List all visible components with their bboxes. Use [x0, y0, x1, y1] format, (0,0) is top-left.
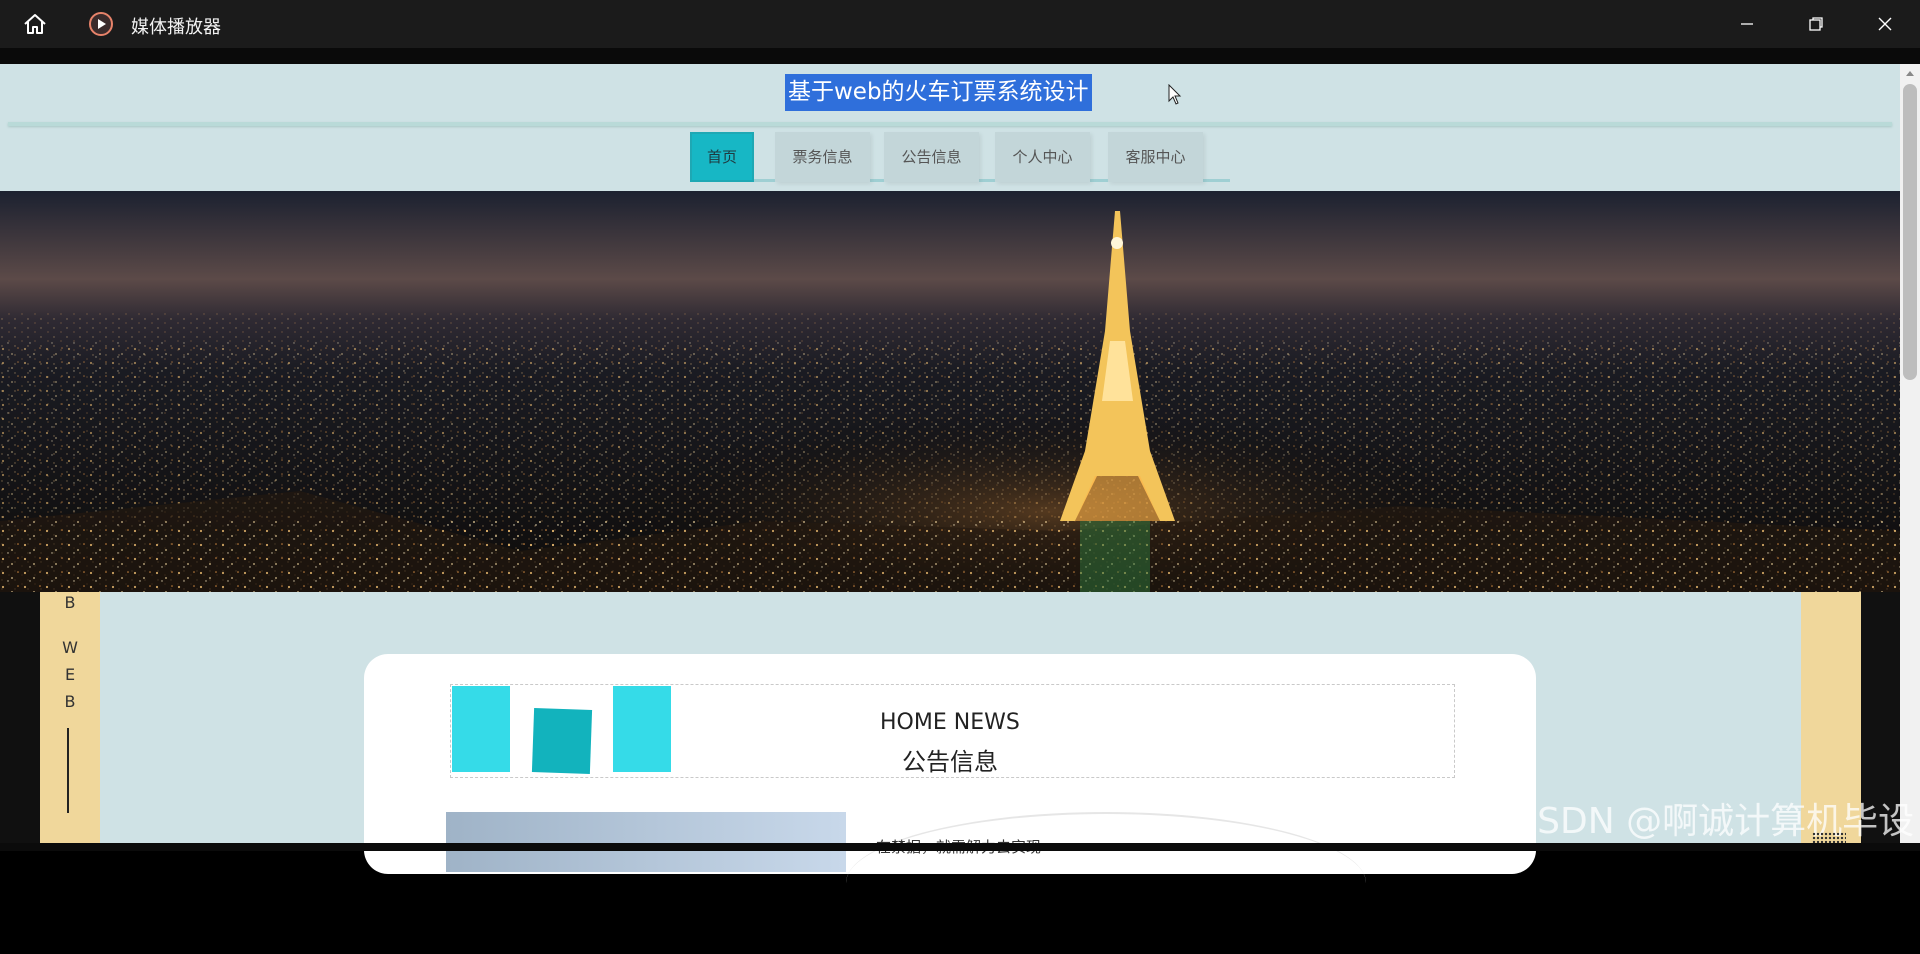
- header-divider: [8, 122, 1892, 126]
- nav-item-home[interactable]: 首页: [690, 132, 754, 182]
- left-decor-strip: [40, 592, 100, 851]
- strip-vertical-line: [67, 728, 69, 813]
- news-title-cn[interactable]: 公告信息: [902, 742, 998, 777]
- mouse-cursor-icon: [1168, 84, 1182, 105]
- decor-arc: [846, 812, 1366, 954]
- restore-icon: [1809, 17, 1823, 31]
- bottom-edge: [0, 843, 1920, 851]
- site-header: 基于web的火车订票系统设计: [0, 64, 1900, 120]
- window-title: 媒体播放器: [131, 17, 221, 38]
- minimize-icon: [1741, 23, 1753, 25]
- nav-item-tickets[interactable]: 票务信息: [775, 132, 870, 182]
- scrollbar-thumb[interactable]: [1903, 84, 1917, 380]
- window-titlebar: 媒体播放器: [0, 0, 1920, 48]
- news-thumbnail[interactable]: [446, 812, 846, 872]
- close-icon: [1878, 17, 1892, 31]
- news-title-en: HOME NEWS: [880, 710, 1020, 735]
- media-player-icon: [89, 12, 113, 36]
- csdn-watermark: CSDN @啊诚计算机毕设: [1512, 801, 1915, 842]
- strip-letter: E: [64, 665, 76, 684]
- site-title: 基于web的火车订票系统设计: [785, 74, 1092, 111]
- vertical-scrollbar[interactable]: [1900, 64, 1920, 851]
- strip-letter: W: [62, 638, 78, 657]
- nav-item-service[interactable]: 客服中心: [1108, 132, 1203, 182]
- hero-banner-image: [0, 191, 1900, 592]
- close-button[interactable]: [1850, 0, 1920, 48]
- restore-button[interactable]: [1781, 0, 1851, 48]
- left-margin: [0, 592, 40, 851]
- home-icon[interactable]: [22, 12, 48, 36]
- nav-item-notices[interactable]: 公告信息: [884, 132, 979, 182]
- scroll-up-icon[interactable]: [1904, 68, 1916, 80]
- nav-item-profile[interactable]: 个人中心: [995, 132, 1090, 182]
- decor-square: [613, 686, 671, 772]
- decor-square: [452, 686, 510, 772]
- minimize-button[interactable]: [1712, 0, 1782, 48]
- strip-letter: B: [64, 692, 76, 711]
- strip-letter: B: [64, 593, 76, 612]
- decor-square: [531, 708, 593, 774]
